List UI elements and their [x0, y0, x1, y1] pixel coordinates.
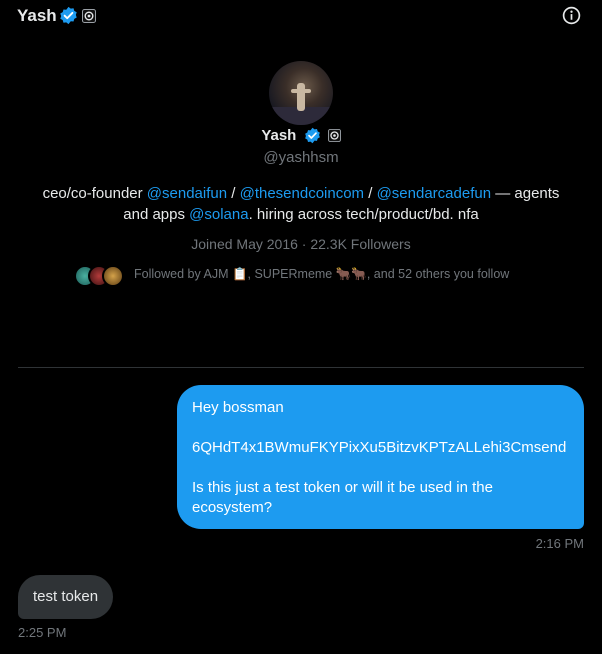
affiliate-badge-icon[interactable] — [327, 128, 341, 142]
followed-by-text[interactable]: Followed by AJM 📋, SUPERmeme 🐂🐂, and 52 … — [134, 267, 509, 282]
profile-handle[interactable]: @yashhsm — [0, 149, 602, 166]
bio-text: . hiring across tech/product/bd. nfa — [248, 206, 479, 223]
bio-text: ceo/co-founder — [42, 185, 147, 202]
joined-followers[interactable]: Joined May 2016 · 22.3K Followers — [0, 236, 602, 252]
profile-avatar[interactable] — [269, 61, 333, 125]
profile-name[interactable]: Yash — [261, 127, 296, 144]
divider — [18, 367, 584, 368]
profile-bio: ceo/co-founder @sendaifun / @thesendcoin… — [40, 183, 562, 225]
outgoing-message[interactable]: Hey bossman 6QHdT4x1BWmuFKYPixXu5BitzvKP… — [177, 385, 584, 529]
conversation-header: Yash — [0, 0, 602, 34]
bio-link-thesendcoincom[interactable]: @thesendcoincom — [240, 185, 364, 202]
bio-link-sendaifun[interactable]: @sendaifun — [147, 185, 227, 202]
bio-link-solana[interactable]: @solana — [189, 206, 248, 223]
profile-name-row: Yash — [0, 126, 602, 144]
header-name[interactable]: Yash — [17, 6, 57, 26]
incoming-message[interactable]: test token — [18, 575, 114, 619]
bio-link-sendarcadefun[interactable]: @sendarcadefun — [377, 185, 491, 202]
message-line: Hey bossman — [192, 399, 284, 416]
bio-separator: / — [364, 185, 377, 202]
affiliate-badge-icon[interactable] — [82, 9, 96, 23]
info-icon[interactable] — [562, 6, 581, 25]
message-token-address: 6QHdT4x1BWmuFKYPixXu5BitzvKPTzALLehi3Cms… — [192, 439, 567, 456]
verified-badge-icon[interactable] — [304, 127, 321, 144]
incoming-timestamp: 2:25 PM — [18, 625, 67, 640]
bio-separator: / — [227, 185, 240, 202]
follower-avatar — [102, 265, 124, 287]
outgoing-timestamp: 2:16 PM — [535, 536, 584, 551]
message-line: Is this just a test token or will it be … — [192, 479, 493, 516]
verified-badge-icon[interactable] — [59, 6, 78, 25]
avatar-figure — [297, 83, 305, 111]
